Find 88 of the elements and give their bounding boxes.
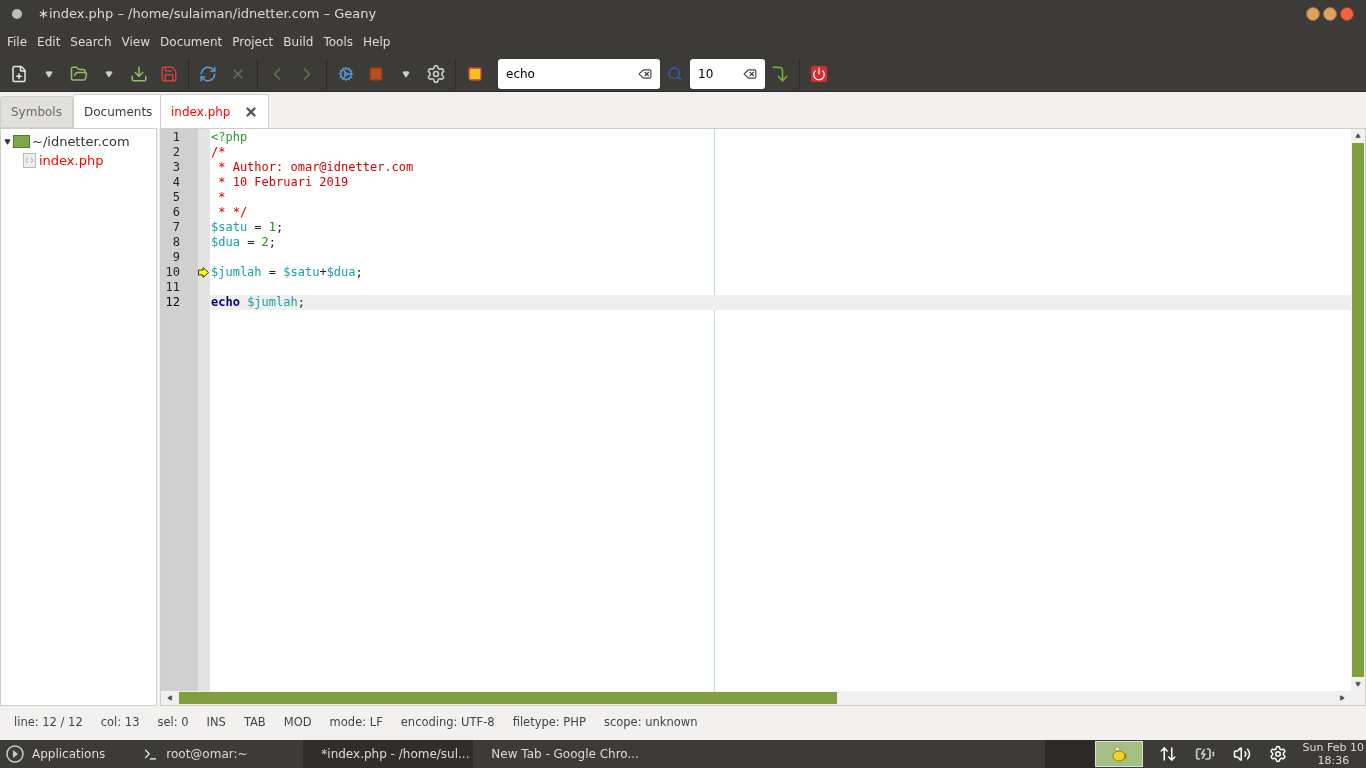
tree-item[interactable]: index.php [39, 150, 104, 171]
applications-icon [6, 745, 24, 763]
line-number: 12 [164, 295, 181, 310]
folder-icon [13, 135, 30, 148]
line-number: 11 [164, 280, 181, 295]
clock[interactable]: Sun Feb 10 18:36 [1302, 741, 1366, 767]
code-line: $jumlah = $satu+$dua; [210, 265, 364, 280]
tree-item[interactable]: ~/idnetter.com [32, 131, 130, 152]
line-number: 4 [171, 175, 181, 190]
close-button[interactable] [1340, 7, 1354, 21]
left-triangle-icon[interactable] [167, 695, 173, 701]
tab-label: index.php [171, 103, 231, 121]
window-title: ∗index.php – ∕home∕sulaiman∕idnetter.com – Geany [38, 5, 377, 24]
status-item: scope: unknown [603, 714, 698, 732]
menu-item[interactable]: Search [65, 33, 117, 51]
download-icon [130, 64, 148, 83]
settings-icon [426, 63, 446, 84]
menu-item[interactable]: View [116, 33, 156, 51]
code-file-icon [23, 153, 36, 168]
tray-geany-button[interactable] [1094, 741, 1143, 767]
line-number: 5 [171, 190, 181, 205]
clear-icon[interactable] [743, 66, 757, 81]
status-item: filetype: PHP [512, 714, 586, 732]
menu-item[interactable]: Edit [32, 33, 66, 51]
status-item: INS [206, 714, 226, 732]
menu-item[interactable]: Project [227, 33, 279, 51]
caret-icon [45, 69, 53, 78]
clear-icon[interactable] [638, 66, 652, 81]
code-line: * [217, 190, 227, 205]
code-line: <?php [210, 130, 249, 145]
line-number: 2 [171, 145, 181, 160]
up-triangle-icon[interactable] [1355, 133, 1361, 139]
search-icon [667, 65, 683, 82]
close-icon[interactable] [244, 104, 259, 119]
folder-icon [70, 64, 88, 83]
code-line: * */ [217, 205, 249, 220]
sidebar-tab[interactable]: Symbols [0, 96, 73, 128]
volume-icon[interactable] [1232, 745, 1251, 763]
cog-icon [338, 65, 354, 82]
minimize-button[interactable] [1306, 7, 1320, 21]
menu-item[interactable]: File [2, 33, 33, 51]
menu-item[interactable]: Tools [318, 33, 358, 51]
status-item: TAB [243, 714, 266, 732]
status-item: encoding: UTF-8 [400, 714, 495, 732]
vertical-scrollbar[interactable] [1351, 129, 1365, 691]
expander-icon[interactable] [4, 138, 11, 145]
caret-icon [402, 69, 410, 78]
new-file-icon [10, 64, 28, 83]
status-item: col: 13 [100, 714, 140, 732]
code-line: * 10 Februari 2019 [217, 175, 350, 190]
network-icon[interactable] [1158, 745, 1177, 763]
line-number: 10 [164, 265, 181, 280]
status-item: mode: LF [329, 714, 383, 732]
applications-menu-button[interactable]: Applications [0, 740, 112, 768]
status-item: line: 12 / 12 [14, 714, 83, 732]
menu-item[interactable]: Help [358, 33, 396, 51]
horizontal-scrollbar[interactable] [161, 691, 1365, 705]
teapot-icon [1109, 745, 1128, 763]
taskbar-task[interactable]: root@omar:~ [133, 740, 304, 768]
code-line: $satu = 1; [210, 220, 285, 235]
right-triangle-icon[interactable] [1339, 695, 1345, 701]
maximize-button[interactable] [1323, 7, 1337, 21]
taskbar-task[interactable]: New Tab - Google Chro... [473, 740, 644, 768]
menu-item[interactable]: Build [278, 33, 319, 51]
search-field[interactable]: echo [498, 58, 660, 89]
line-number: 7 [171, 220, 181, 235]
code-line: $dua = 2; [210, 235, 278, 250]
save-icon [160, 64, 178, 83]
document-tab[interactable]: index.php [160, 94, 270, 128]
status-item: sel: 0 [157, 714, 189, 732]
caret-icon [105, 69, 113, 78]
line-number: 1 [171, 130, 181, 145]
line-number: 8 [171, 235, 181, 250]
line-number: 6 [171, 205, 181, 220]
line-number: 9 [171, 250, 181, 265]
status-item: MOD [283, 714, 312, 732]
menu-item[interactable]: Document [155, 33, 228, 51]
down-triangle-icon[interactable] [1355, 681, 1361, 687]
line-number: 3 [171, 160, 181, 175]
reload-icon [199, 64, 217, 83]
code-line: /* [210, 145, 227, 160]
goto-line-field[interactable]: 10 [690, 58, 765, 89]
system-settings-icon[interactable] [1268, 745, 1287, 763]
taskbar-task[interactable]: *index.php - /home/sul... [303, 740, 474, 768]
terminal-icon [143, 746, 159, 762]
window-menu-icon[interactable] [12, 9, 22, 19]
power-icon [811, 65, 827, 82]
code-line: * Author: omar@idnetter.com [217, 160, 415, 175]
